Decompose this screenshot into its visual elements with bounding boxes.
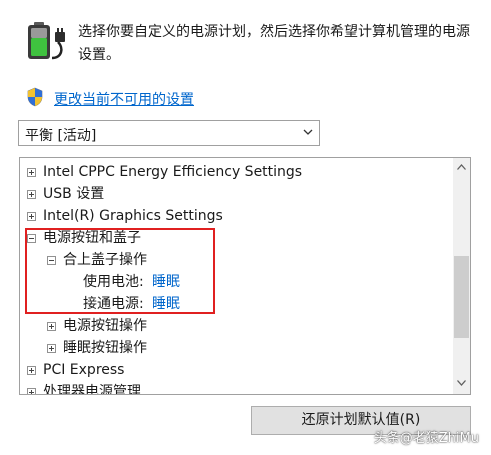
plan-description: 选择你要自定义的电源计划，然后选择你希望计算机管理的电源设置。 [78, 24, 470, 63]
uac-shield-icon [27, 87, 43, 107]
power-plan-select[interactable]: 平衡 [活动] [18, 120, 320, 146]
power-settings-tree[interactable]: Intel CPPC Energy Efficiency Settings US… [19, 157, 471, 395]
expand-plus-icon[interactable] [47, 344, 56, 353]
watermark: 头条@老猿ZhiMu [373, 431, 479, 446]
expand-plus-icon[interactable] [27, 190, 36, 199]
scrollbar-thumb[interactable] [454, 256, 469, 338]
tree-item-power-buttons-lid[interactable]: 电源按钮和盖子 [20, 227, 450, 249]
expand-plus-icon[interactable] [27, 212, 36, 221]
tree-item-label: USB 设置 [43, 186, 105, 202]
change-unavailable-settings-link[interactable]: 更改当前不可用的设置 [54, 89, 194, 109]
expand-plus-icon[interactable] [27, 366, 36, 375]
tree-item-label: Intel CPPC Energy Efficiency Settings [43, 164, 303, 180]
tree-item-label: 电源按钮和盖子 [43, 230, 141, 246]
tree-item-label: PCI Express [43, 362, 125, 378]
setting-value-link[interactable]: 睡眠 [152, 271, 180, 293]
tree-item-label: 合上盖子操作 [63, 252, 147, 268]
power-plan-battery-icon [28, 22, 65, 60]
tree-item-pci-express[interactable]: PCI Express [20, 359, 450, 381]
setting-value-link[interactable]: 睡眠 [152, 293, 180, 315]
tree-item-label: 睡眠按钮操作 [63, 340, 147, 356]
setting-label: 使用电池: [83, 274, 144, 290]
tree-item-label: Intel(R) Graphics Settings [43, 208, 223, 224]
collapse-minus-icon[interactable] [47, 256, 56, 265]
tree-item-sleep-button-action[interactable]: 睡眠按钮操作 [20, 337, 450, 359]
chevron-down-icon [303, 129, 313, 135]
collapse-minus-icon[interactable] [27, 234, 36, 243]
tree-item-processor-power[interactable]: 处理器电源管理 [20, 381, 450, 395]
tree-item-lid-close-action[interactable]: 合上盖子操作 [20, 249, 450, 271]
tree-item-label: 电源按钮操作 [63, 318, 147, 334]
setting-label: 接通电源: [83, 296, 144, 312]
tree-item-intel-graphics[interactable]: Intel(R) Graphics Settings [20, 205, 450, 227]
tree-item-power-button-action[interactable]: 电源按钮操作 [20, 315, 450, 337]
tree-item-label: 处理器电源管理 [43, 384, 141, 395]
tree-item-intel-cppc[interactable]: Intel CPPC Energy Efficiency Settings [20, 161, 450, 183]
expand-plus-icon[interactable] [47, 322, 56, 331]
expand-plus-icon[interactable] [27, 168, 36, 177]
tree-scrollbar[interactable] [453, 158, 470, 394]
scroll-down-arrow-icon[interactable] [457, 380, 466, 386]
expand-plus-icon[interactable] [27, 388, 36, 394]
power-plan-select-value: 平衡 [活动] [25, 128, 97, 144]
tree-item-plugged-in[interactable]: 接通电源: 睡眠 [20, 293, 450, 315]
tree-item-usb[interactable]: USB 设置 [20, 183, 450, 205]
scroll-up-arrow-icon[interactable] [457, 164, 466, 170]
tree-item-on-battery[interactable]: 使用电池: 睡眠 [20, 271, 450, 293]
